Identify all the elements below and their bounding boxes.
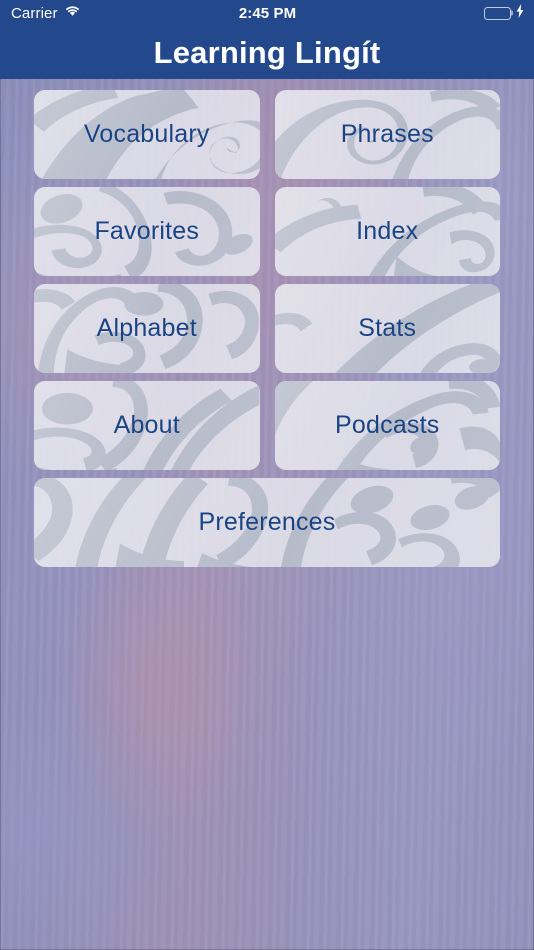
status-bar: Carrier 2:45 PM [0, 0, 534, 26]
status-bar-right [296, 3, 534, 23]
menu-button-vocabulary[interactable]: Vocabulary [34, 90, 260, 179]
menu-row: Alphabet Stats [34, 284, 500, 373]
menu-button-label: Preferences [198, 508, 336, 536]
status-bar-clock: 2:45 PM [238, 4, 297, 22]
menu-row: Preferences [34, 478, 500, 567]
menu-button-about[interactable]: About [34, 381, 260, 470]
menu-row: Vocabulary Phrases [34, 90, 500, 179]
menu-button-label: Index [356, 217, 419, 245]
menu-button-label: About [113, 411, 180, 439]
wifi-icon [64, 4, 81, 22]
page-title: Learning Lingít [153, 35, 381, 70]
navigation-bar: Learning Lingít [0, 26, 534, 79]
menu-button-alphabet[interactable]: Alphabet [34, 284, 260, 373]
menu-row: Favorites Index [34, 187, 500, 276]
carrier-label: Carrier [11, 4, 58, 22]
battery-nub [511, 10, 514, 16]
menu-button-label: Podcasts [335, 411, 440, 439]
menu-button-index[interactable]: Index [274, 187, 500, 276]
menu-button-favorites[interactable]: Favorites [34, 187, 260, 276]
status-bar-left: Carrier [0, 4, 239, 22]
menu-row: About Podcasts [34, 381, 500, 470]
menu-button-preferences[interactable]: Preferences [34, 478, 500, 567]
menu-button-label: Stats [358, 314, 417, 342]
menu-button-label: Vocabulary [83, 120, 210, 148]
menu-button-podcasts[interactable]: Podcasts [274, 381, 500, 470]
app-screen: Carrier 2:45 PM Learning Lingít Vocabula… [0, 0, 534, 950]
lightning-bolt-icon [516, 3, 524, 23]
menu-button-phrases[interactable]: Phrases [274, 90, 500, 179]
battery-icon [484, 6, 514, 20]
menu-button-stats[interactable]: Stats [274, 284, 500, 373]
menu-button-label: Favorites [94, 217, 200, 245]
menu-button-label: Phrases [340, 120, 434, 148]
main-menu-grid: Vocabulary Phrases Favorites Index Alphabet S… [34, 90, 500, 567]
menu-button-label: Alphabet [96, 314, 197, 342]
